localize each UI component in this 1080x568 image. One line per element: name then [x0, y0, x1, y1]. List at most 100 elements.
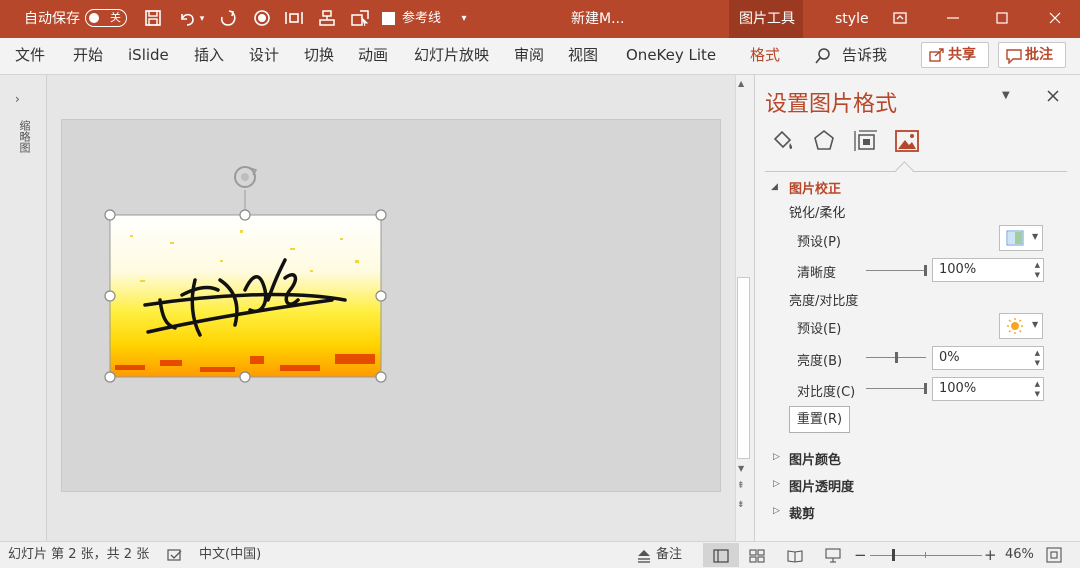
- slideshow-icon[interactable]: [825, 547, 841, 567]
- language-indicator[interactable]: 中文(中国): [199, 542, 261, 568]
- notes-icon: [637, 548, 651, 567]
- share-label: 共享: [948, 47, 976, 63]
- thumbnails-label[interactable]: 缩略图: [14, 120, 31, 153]
- share-button[interactable]: 共享: [921, 42, 989, 68]
- minimize-icon[interactable]: [930, 0, 976, 38]
- brightness-slider-thumb[interactable]: [895, 352, 898, 363]
- contrast-slider-track[interactable]: [866, 388, 926, 389]
- contrast-label: 对比度(C): [797, 385, 856, 400]
- brightness-preset-dropdown[interactable]: ▼: [999, 313, 1043, 339]
- zoom-level[interactable]: 46%: [1005, 542, 1034, 568]
- autosave-toggle[interactable]: 关: [85, 9, 127, 27]
- ruler-checkbox[interactable]: [382, 12, 395, 25]
- ruler-label: 参考线: [402, 11, 442, 26]
- tab-format[interactable]: 格式: [750, 38, 780, 74]
- brightness-value: 0%: [939, 350, 960, 365]
- user-name[interactable]: style: [835, 0, 869, 38]
- contrast-slider-thumb[interactable]: [924, 383, 927, 394]
- comments-button[interactable]: 批注: [998, 42, 1066, 68]
- tab-view[interactable]: 视图: [568, 38, 598, 74]
- record-icon[interactable]: [252, 9, 272, 29]
- zoom-slider-track[interactable]: [870, 555, 982, 556]
- notes-button[interactable]: 备注: [656, 542, 682, 568]
- selected-picture[interactable]: [100, 160, 400, 390]
- spin-up-icon[interactable]: ▲: [1035, 261, 1040, 269]
- tab-file[interactable]: 文件: [15, 38, 45, 74]
- section-picture-transparency[interactable]: 图片透明度: [789, 476, 854, 495]
- tab-transitions[interactable]: 切换: [304, 38, 334, 74]
- scroll-up-icon[interactable]: ▲: [738, 79, 744, 88]
- expand-crop-icon[interactable]: ▷: [773, 506, 780, 516]
- tab-animations[interactable]: 动画: [358, 38, 388, 74]
- zoom-in-icon[interactable]: +: [984, 542, 997, 568]
- tell-me-search[interactable]: 告诉我: [842, 38, 887, 74]
- sharpen-preset-icon: [1006, 230, 1024, 250]
- close-icon[interactable]: [1032, 0, 1078, 38]
- ribbon-display-icon[interactable]: [877, 0, 923, 38]
- slide-counter: 幻灯片 第 2 张，共 2 张: [8, 547, 150, 562]
- comment-icon: [1006, 48, 1022, 72]
- distribute-icon[interactable]: [284, 9, 304, 29]
- title-bar: 自动保存 关 ▾ 参考线 ▾ 新建M... 图片工具 style: [0, 0, 1080, 38]
- clarity-slider-track[interactable]: [866, 270, 926, 271]
- rotate-handle[interactable]: [234, 166, 258, 188]
- pane-close-icon[interactable]: [1046, 88, 1060, 107]
- picture-icon[interactable]: [894, 128, 920, 158]
- tab-islide[interactable]: iSlide: [128, 38, 169, 74]
- expand-transparency-icon[interactable]: ▷: [773, 479, 780, 489]
- section-crop[interactable]: 裁剪: [789, 503, 815, 522]
- customize-qat-icon[interactable]: ▾: [457, 9, 471, 29]
- maximize-icon[interactable]: [979, 0, 1025, 38]
- slide-sorter-icon[interactable]: [749, 548, 765, 567]
- tab-design[interactable]: 设计: [249, 38, 279, 74]
- effects-icon[interactable]: [812, 129, 836, 157]
- collapse-correction-icon[interactable]: ◢: [771, 182, 778, 192]
- spin-down-icon[interactable]: ▼: [1035, 390, 1040, 398]
- redo-icon[interactable]: [218, 9, 238, 29]
- section-picture-corrections[interactable]: 图片校正: [789, 178, 841, 197]
- section-picture-color[interactable]: 图片颜色: [789, 449, 841, 468]
- brightness-spinner[interactable]: 0% ▲ ▼: [932, 346, 1044, 370]
- expand-color-icon[interactable]: ▷: [773, 452, 780, 462]
- spin-down-icon[interactable]: ▼: [1035, 359, 1040, 367]
- shape-select-icon[interactable]: [350, 9, 370, 29]
- pane-options-icon[interactable]: ▼: [1002, 90, 1010, 101]
- spell-check-icon[interactable]: [167, 548, 183, 567]
- tab-slideshow[interactable]: 幻灯片放映: [414, 38, 489, 74]
- zoom-out-icon[interactable]: −: [854, 542, 867, 568]
- scrollbar-thumb[interactable]: [737, 277, 750, 459]
- previous-slide-icon[interactable]: ⇞: [737, 482, 745, 491]
- undo-dropdown-icon[interactable]: ▾: [197, 9, 207, 29]
- expand-thumbnails-icon[interactable]: ›: [15, 92, 20, 106]
- tab-insert[interactable]: 插入: [194, 38, 224, 74]
- spin-down-icon[interactable]: ▼: [1035, 271, 1040, 279]
- contrast-spinner[interactable]: 100% ▲ ▼: [932, 377, 1044, 401]
- clarity-slider-thumb[interactable]: [924, 265, 927, 276]
- undo-icon[interactable]: [177, 9, 197, 29]
- sun-icon: [1006, 317, 1024, 339]
- size-properties-icon[interactable]: [853, 129, 879, 157]
- reset-button[interactable]: 重置(R): [789, 406, 850, 433]
- spin-up-icon[interactable]: ▲: [1035, 349, 1040, 357]
- fit-to-window-icon[interactable]: [1046, 547, 1062, 567]
- save-icon[interactable]: [143, 9, 163, 29]
- sharpen-preset-dropdown[interactable]: ▼: [999, 225, 1043, 251]
- sharpen-soften-heading: 锐化/柔化: [789, 206, 846, 221]
- tab-onekey[interactable]: OneKey Lite: [626, 38, 716, 74]
- picture-tools-tab[interactable]: 图片工具: [739, 0, 795, 38]
- clarity-spinner[interactable]: 100% ▲ ▼: [932, 258, 1044, 282]
- tab-review[interactable]: 审阅: [514, 38, 544, 74]
- zoom-slider-thumb[interactable]: [892, 549, 895, 561]
- spin-up-icon[interactable]: ▲: [1035, 380, 1040, 388]
- pane-title: 设置图片格式: [765, 92, 898, 117]
- next-slide-icon[interactable]: ⇟: [737, 501, 745, 510]
- sharpen-preset-label: 预设(P): [797, 235, 841, 250]
- align-icon[interactable]: [317, 9, 337, 29]
- tab-home[interactable]: 开始: [73, 38, 103, 74]
- fill-line-icon[interactable]: [771, 129, 795, 157]
- normal-view-button[interactable]: [703, 543, 739, 567]
- zoom-center-mark: [925, 552, 926, 558]
- scroll-down-icon[interactable]: ▼: [738, 464, 744, 473]
- clarity-label: 清晰度: [797, 266, 837, 281]
- reading-view-icon[interactable]: [787, 548, 803, 567]
